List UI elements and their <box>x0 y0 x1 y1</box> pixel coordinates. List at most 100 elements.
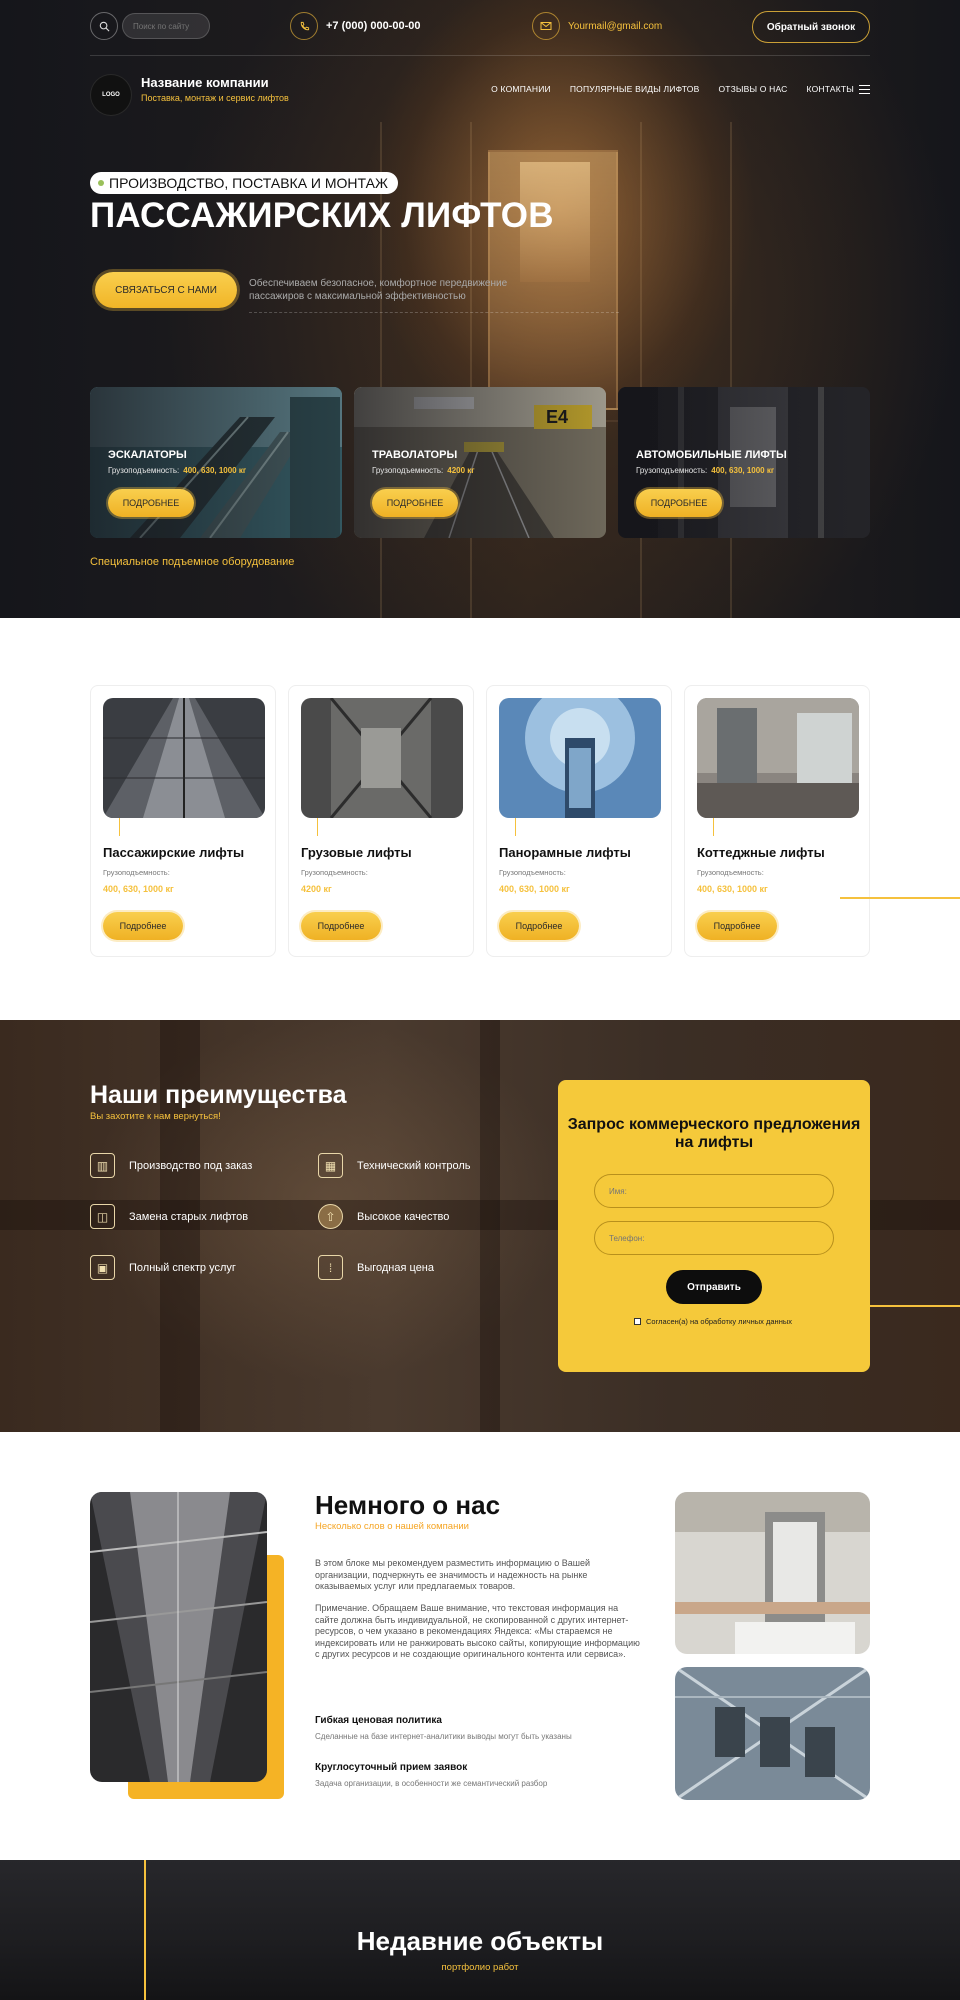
company-tagline: Поставка, монтаж и сервис лифтов <box>141 93 289 103</box>
details-button[interactable]: Подробнее <box>697 912 777 940</box>
hero-section: +7 (000) 000-00-00 Yourmail@gmail.com Об… <box>0 0 960 618</box>
about-title: Немного о нас <box>315 1490 501 1520</box>
nav-item-reviews[interactable]: ОТЗЫВЫ О НАС <box>718 84 787 94</box>
navbar: LOGO Название компании Поставка, монтаж … <box>90 70 870 116</box>
product-title: Пассажирские лифты <box>103 845 245 860</box>
nav-item-about[interactable]: О КОМПАНИИ <box>491 84 551 94</box>
product-card-panoramic[interactable]: Панорамные лифты Грузоподъемность: 400, … <box>486 685 672 957</box>
bg-beam <box>480 1020 500 1432</box>
menu-icon[interactable] <box>859 85 870 94</box>
details-button[interactable]: ПОДРОБНЕЕ <box>636 489 722 517</box>
product-image <box>301 698 463 818</box>
feature-title: Круглосуточный прием заявок <box>315 1762 468 1773</box>
recent-title: Недавние объекты <box>356 1926 604 1956</box>
product-card-passenger[interactable]: Пассажирские лифты Грузоподъемность: 400… <box>90 685 276 957</box>
hero-title: ПАССАЖИРСКИХ ЛИФТОВ <box>90 196 554 235</box>
advantages-subtitle: Вы захотите к нам вернуться! <box>90 1111 221 1122</box>
phone-icon <box>290 12 318 40</box>
phone-number[interactable]: +7 (000) 000-00-00 <box>326 20 420 32</box>
category-card-escalators[interactable]: ЭСКАЛАТОРЫ Грузоподъемность: 400, 630, 10… <box>90 387 342 538</box>
category-capacity: Грузоподъемность: 4200 кг <box>372 466 475 475</box>
details-button[interactable]: ПОДРОБНЕЕ <box>108 489 194 517</box>
product-title: Грузовые лифты <box>301 845 412 860</box>
mail-icon <box>532 12 560 40</box>
capacity-label: Грузоподъемность: <box>372 466 444 475</box>
submit-button[interactable]: Отправить <box>666 1270 762 1304</box>
category-title: АВТОМОБИЛЬНЫЕ ЛИФТЫ <box>636 449 787 461</box>
contact-us-button[interactable]: СВЯЗАТЬСЯ С НАМИ <box>95 272 237 308</box>
email-contact[interactable]: Yourmail@gmail.com <box>532 12 662 40</box>
company-name: Название компании <box>141 75 269 90</box>
search-icon[interactable] <box>90 12 118 40</box>
product-image <box>697 698 859 818</box>
about-section: Немного о нас Несколько слов о нашей ком… <box>0 1432 960 1860</box>
category-card-travolators[interactable]: E4 ТРАВОЛАТОРЫ Грузоподъемность:4200 кг … <box>354 387 606 538</box>
badge-dot-icon <box>98 180 104 186</box>
advantage-label: Полный спектр услуг <box>129 1261 236 1274</box>
category-title: ТРАВОЛАТОРЫ <box>372 449 458 461</box>
elevator-doors-icon: ◫ <box>90 1204 115 1229</box>
details-button[interactable]: Подробнее <box>103 912 183 940</box>
email-address[interactable]: Yourmail@gmail.com <box>568 21 662 32</box>
capacity-label: Грузоподъемность: <box>697 868 764 877</box>
capacity-value: 4200 кг <box>301 884 332 894</box>
nav-item-contacts[interactable]: КОНТАКТЫ <box>807 84 854 94</box>
advantages-section: Наши преимущества Вы захотите к нам верн… <box>0 1020 960 1432</box>
card-accent-line <box>515 818 516 836</box>
logo[interactable]: LOGO <box>90 74 132 116</box>
about-note: Примечание. Обращаем Ваше внимание, что … <box>315 1603 640 1659</box>
search-input[interactable] <box>122 13 210 39</box>
about-subtitle: Несколько слов о нашей компании <box>315 1521 469 1532</box>
category-card-car-lifts[interactable]: АВТОМОБИЛЬНЫЕ ЛИФТЫ Грузоподъемность: 400… <box>618 387 870 538</box>
decor-line <box>840 897 960 899</box>
consent-checkbox[interactable] <box>634 1318 641 1325</box>
phone-contact[interactable]: +7 (000) 000-00-00 <box>290 12 420 40</box>
capacity-value: 400, 630, 1000 кг <box>697 884 768 894</box>
control-panel-icon: ▦ <box>318 1153 343 1178</box>
feature-title: Гибкая ценовая политика <box>315 1715 442 1726</box>
hero-footnote: Специальное подъемное оборудование <box>90 556 295 568</box>
nav-item-popular[interactable]: ПОПУЛЯРНЫЕ ВИДЫ ЛИФТОВ <box>570 84 700 94</box>
top-bar: +7 (000) 000-00-00 Yourmail@gmail.com Об… <box>90 10 870 46</box>
callback-button[interactable]: Обратный звонок <box>752 11 870 43</box>
product-title: Панорамные лифты <box>499 845 631 860</box>
advantages-title: Наши преимущества <box>90 1081 347 1109</box>
card-accent-line <box>713 818 714 836</box>
hero-badge-text: ПРОИЗВОДСТВО, ПОСТАВКА И МОНТАЖ <box>109 175 388 191</box>
name-field[interactable] <box>594 1174 834 1208</box>
advantage-item: ▦ Технический контроль <box>318 1153 471 1178</box>
advantage-item: ⁞ Выгодная цена <box>318 1255 434 1280</box>
advantage-item: ◫ Замена старых лифтов <box>90 1204 248 1229</box>
advantage-item: ▥ Производство под заказ <box>90 1153 252 1178</box>
factory-icon: ▥ <box>90 1153 115 1178</box>
main-nav: О КОМПАНИИ ПОПУЛЯРНЫЕ ВИДЫ ЛИФТОВ ОТЗЫВЫ… <box>491 84 854 94</box>
feature-text: Сделанные на базе интернет-аналитики выв… <box>315 1732 572 1741</box>
quote-form-title: Запрос коммерческого предложения на лифт… <box>567 1116 861 1151</box>
details-button[interactable]: Подробнее <box>301 912 381 940</box>
advantage-item: ▣ Полный спектр услуг <box>90 1255 236 1280</box>
about-shaft-image <box>90 1492 267 1782</box>
details-button[interactable]: Подробнее <box>499 912 579 940</box>
details-button[interactable]: ПОДРОБНЕЕ <box>372 489 458 517</box>
capacity-value: 400, 630, 1000 кг <box>711 466 775 475</box>
capacity-value: 4200 кг <box>447 466 475 475</box>
capacity-value: 400, 630, 1000 кг <box>103 884 174 894</box>
about-paragraph: В этом блоке мы рекомендуем разместить и… <box>315 1558 590 1591</box>
product-card-cottage[interactable]: Коттеджные лифты Грузоподъемность: 400, … <box>684 685 870 957</box>
capacity-value: 400, 630, 1000 кг <box>499 884 570 894</box>
hero-badge: ПРОИЗВОДСТВО, ПОСТАВКА И МОНТАЖ <box>90 172 398 194</box>
consent-checkbox-row[interactable]: Согласен(а) на обработку личных данных <box>634 1317 792 1326</box>
product-card-freight[interactable]: Грузовые лифты Грузоподъемность: 4200 кг… <box>288 685 474 957</box>
phone-field[interactable] <box>594 1221 834 1255</box>
about-steel-frame-image <box>675 1667 870 1800</box>
card-accent-line <box>119 818 120 836</box>
advantage-item: ⇧ Высокое качество <box>318 1204 449 1229</box>
elevator-buttons-icon: ⁞ <box>318 1255 343 1280</box>
advantage-label: Технический контроль <box>357 1159 471 1172</box>
capacity-value: 400, 630, 1000 кг <box>183 466 247 475</box>
advantage-label: Замена старых лифтов <box>129 1210 249 1223</box>
recent-subtitle: портфолио работ <box>441 1962 519 1973</box>
advantage-label: Выгодная цена <box>357 1261 434 1274</box>
category-capacity: Грузоподъемность: 400, 630, 1000 кг <box>108 466 246 475</box>
header-divider <box>90 55 870 56</box>
